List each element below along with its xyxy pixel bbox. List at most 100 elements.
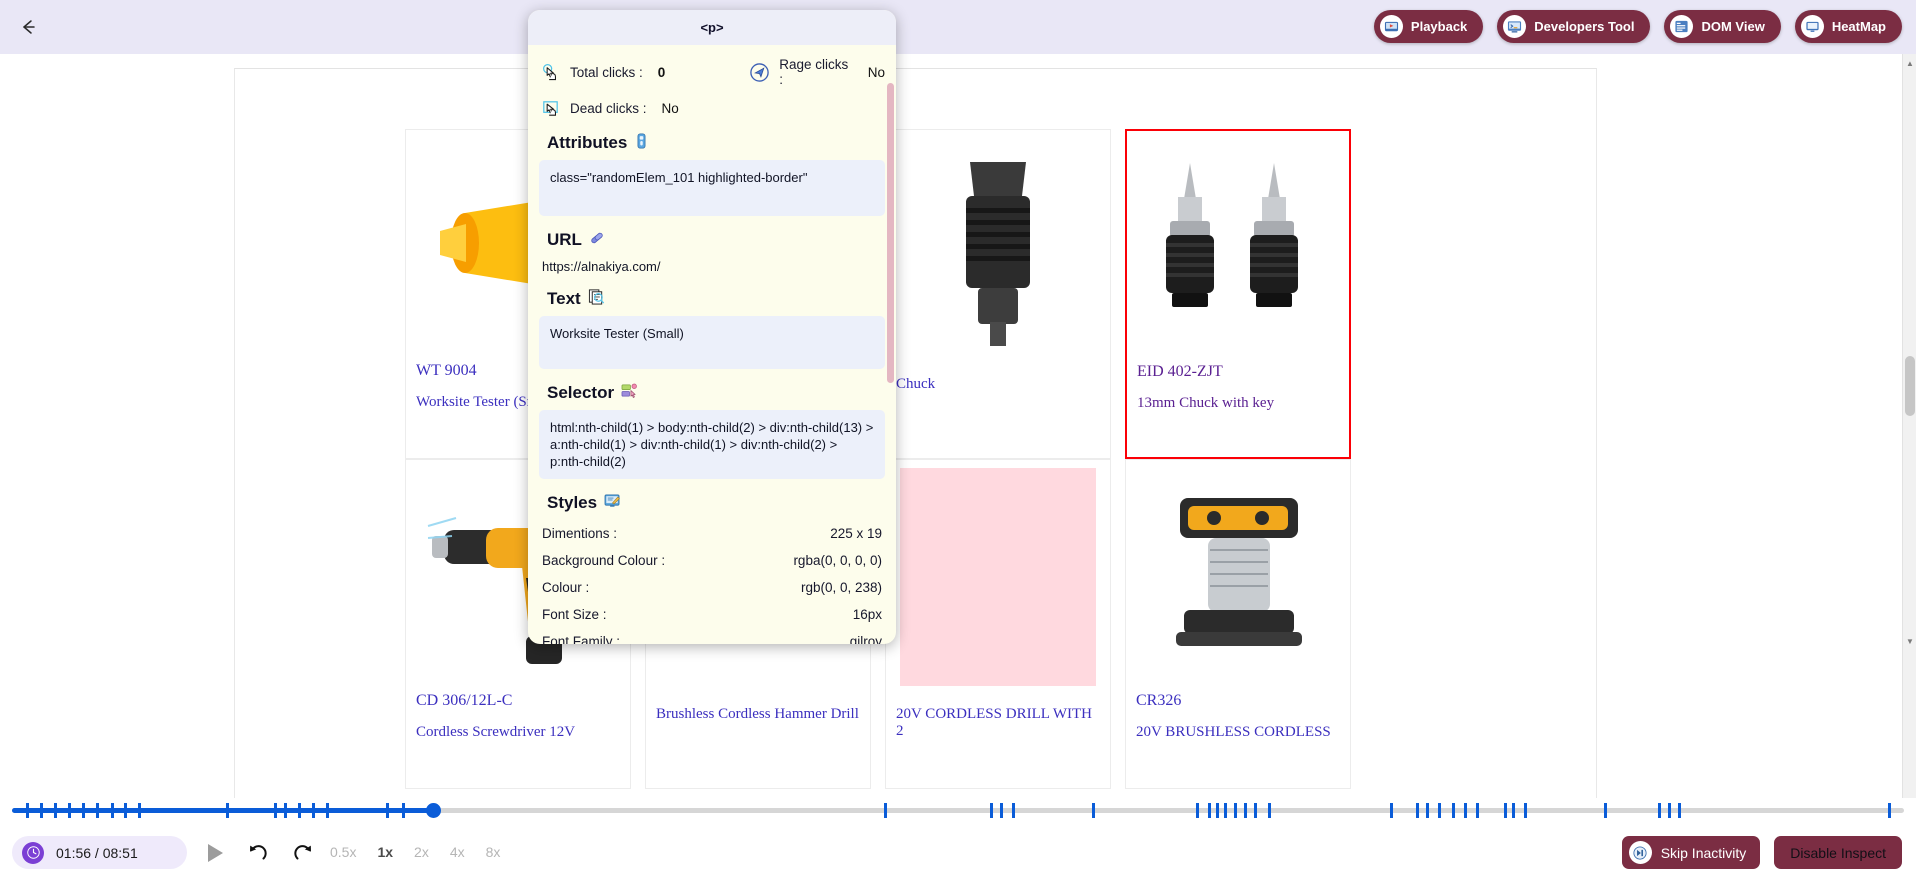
heatmap-label: HeatMap <box>1831 19 1886 34</box>
timeline-event-tick[interactable] <box>990 803 993 818</box>
style-value: 16px <box>852 607 882 623</box>
timeline-event-tick[interactable] <box>386 803 389 818</box>
timeline-event-tick[interactable] <box>1244 803 1247 818</box>
style-row: Dimentions : 225 x 19 <box>539 520 885 547</box>
timeline-event-tick[interactable] <box>1524 803 1527 818</box>
style-value: rgb(0, 0, 238) <box>800 580 882 596</box>
timeline-event-tick[interactable] <box>1426 803 1429 818</box>
timeline-event-tick[interactable] <box>1216 803 1219 818</box>
dom-view-icon <box>1670 15 1694 38</box>
timeline-event-tick[interactable] <box>1000 803 1003 818</box>
inspector-scrollbar-thumb[interactable] <box>887 83 894 383</box>
timeline-event-tick[interactable] <box>1390 803 1393 818</box>
product-meta: Brushless Cordless Hammer Drill <box>646 686 870 723</box>
back-button[interactable] <box>10 9 46 45</box>
timeline-event-tick[interactable] <box>1438 803 1441 818</box>
pointer-click-icon <box>539 61 561 83</box>
timeline-event-tick[interactable] <box>1268 803 1271 818</box>
timeline-event-tick[interactable] <box>1208 803 1211 818</box>
dead-clicks-label: Dead clicks : <box>570 100 647 116</box>
product-card[interactable]: CR326 20V BRUSHLESS CORDLESS <box>1125 459 1351 789</box>
timeline-event-tick[interactable] <box>68 803 71 818</box>
timeline-event-tick[interactable] <box>1476 803 1479 818</box>
speed-option-3[interactable]: 4x <box>450 844 465 860</box>
timeline-event-tick[interactable] <box>40 803 43 818</box>
timeline-event-tick[interactable] <box>96 803 99 818</box>
timeline-event-tick[interactable] <box>1658 803 1661 818</box>
timeline-event-tick[interactable] <box>326 803 329 818</box>
timeline-event-tick[interactable] <box>1452 803 1455 818</box>
speed-option-4[interactable]: 8x <box>486 844 501 860</box>
timeline-event-tick[interactable] <box>54 803 57 818</box>
product-meta: EID 402-ZJT 13mm Chuck with key <box>1127 357 1349 412</box>
timeline-event-tick[interactable] <box>312 803 315 818</box>
url-value: https://alnakiya.com/ <box>542 259 661 274</box>
play-button[interactable] <box>206 843 224 863</box>
scrollbar-thumb[interactable] <box>1905 356 1915 416</box>
timeline-event-tick[interactable] <box>402 803 405 818</box>
developers-tool-button[interactable]: Developers Tool <box>1497 10 1651 43</box>
timeline-track[interactable] <box>12 803 1904 818</box>
timeline-event-tick[interactable] <box>226 803 229 818</box>
inspector-panel: <p> Total clicks : 0 Rage clicks: No De… <box>528 10 896 644</box>
dead-click-icon <box>539 97 561 119</box>
time-display: 01:56 / 08:51 <box>12 836 187 869</box>
timeline-event-tick[interactable] <box>1254 803 1257 818</box>
speed-option-2[interactable]: 2x <box>414 844 429 860</box>
timeline-event-tick[interactable] <box>1504 803 1507 818</box>
timeline-event-tick[interactable] <box>26 803 29 818</box>
timeline-event-tick[interactable] <box>1234 803 1237 818</box>
timeline-event-tick[interactable] <box>1416 803 1419 818</box>
disable-inspect-button[interactable]: Disable Inspect <box>1774 836 1902 869</box>
rewind-button[interactable] <box>247 842 269 864</box>
scroll-up-icon[interactable]: ▲ <box>1903 56 1916 70</box>
heatmap-button[interactable]: HeatMap <box>1794 10 1902 43</box>
player-bar: 01:56 / 08:51 0.5x 1x 2x 4x 8x Skip Inac… <box>0 826 1916 880</box>
selector-section-title: Selector <box>547 383 885 403</box>
speed-option-1[interactable]: 1x <box>377 844 393 860</box>
timeline-event-tick[interactable] <box>1196 803 1199 818</box>
developers-tool-icon <box>1503 15 1527 38</box>
skip-inactivity-icon <box>1628 841 1652 864</box>
timeline-event-tick[interactable] <box>1678 803 1681 818</box>
timeline[interactable] <box>0 798 1916 826</box>
dead-clicks-value: No <box>661 100 679 116</box>
timeline-event-tick[interactable] <box>1604 803 1607 818</box>
inspected-tag-name: <p> <box>700 20 724 35</box>
forward-button[interactable] <box>292 842 314 864</box>
timeline-event-tick[interactable] <box>1668 803 1671 818</box>
timeline-event-tick[interactable] <box>1464 803 1467 818</box>
product-image <box>900 468 1096 686</box>
dom-view-button[interactable]: DOM View <box>1664 10 1781 43</box>
timeline-playhead[interactable] <box>426 803 441 818</box>
scroll-down-icon[interactable]: ▼ <box>1903 634 1916 648</box>
product-card-selected[interactable]: EID 402-ZJT 13mm Chuck with key <box>1125 129 1351 459</box>
developers-tool-label: Developers Tool <box>1534 19 1635 34</box>
rewind-10-icon <box>250 845 267 860</box>
inspector-scrollbar[interactable] <box>887 83 894 644</box>
playback-button[interactable]: Playback <box>1373 10 1484 43</box>
rage-click-icon <box>748 61 770 83</box>
product-card[interactable]: Chuck <box>885 129 1111 459</box>
timeline-event-tick[interactable] <box>1092 803 1095 818</box>
link-emoji-icon <box>589 230 605 250</box>
timeline-event-tick[interactable] <box>124 803 127 818</box>
timeline-event-tick[interactable] <box>1888 803 1891 818</box>
dom-view-label: DOM View <box>1701 19 1765 34</box>
product-card[interactable]: 20V CORDLESS DRILL WITH 2 <box>885 459 1111 789</box>
timeline-event-tick[interactable] <box>274 803 277 818</box>
timeline-event-tick[interactable] <box>1012 803 1015 818</box>
skip-inactivity-button[interactable]: Skip Inactivity <box>1621 836 1761 869</box>
timeline-event-tick[interactable] <box>111 803 114 818</box>
speed-option-0[interactable]: 0.5x <box>330 844 356 860</box>
timeline-event-tick[interactable] <box>1512 803 1515 818</box>
timeline-event-tick[interactable] <box>138 803 141 818</box>
page-scrollbar[interactable]: ▲ ▼ <box>1902 54 1916 798</box>
timeline-event-tick[interactable] <box>298 803 301 818</box>
product-sku: CR326 <box>1136 692 1182 709</box>
timeline-event-tick[interactable] <box>82 803 85 818</box>
timeline-event-tick[interactable] <box>1224 803 1227 818</box>
timeline-event-tick[interactable] <box>284 803 287 818</box>
timeline-event-tick[interactable] <box>884 803 887 818</box>
product-image <box>900 138 1096 356</box>
